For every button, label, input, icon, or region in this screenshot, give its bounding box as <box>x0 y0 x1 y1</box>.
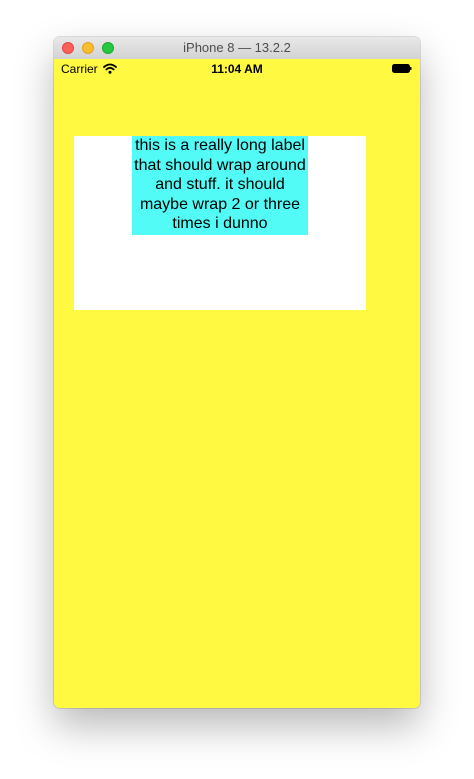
status-bar: Carrier 11:04 AM <box>54 59 420 79</box>
label-container: this is a really long label that should … <box>74 136 366 310</box>
wrapping-label: this is a really long label that should … <box>132 136 308 235</box>
window-titlebar[interactable]: iPhone 8 — 13.2.2 <box>54 37 420 60</box>
device-screen: Carrier 11:04 AM this is a really long l… <box>54 59 420 708</box>
status-time: 11:04 AM <box>211 62 263 76</box>
battery-icon <box>392 64 412 73</box>
window-title: iPhone 8 — 13.2.2 <box>183 40 291 55</box>
simulator-window: iPhone 8 — 13.2.2 Carrier 11:04 AM this … <box>54 37 420 708</box>
